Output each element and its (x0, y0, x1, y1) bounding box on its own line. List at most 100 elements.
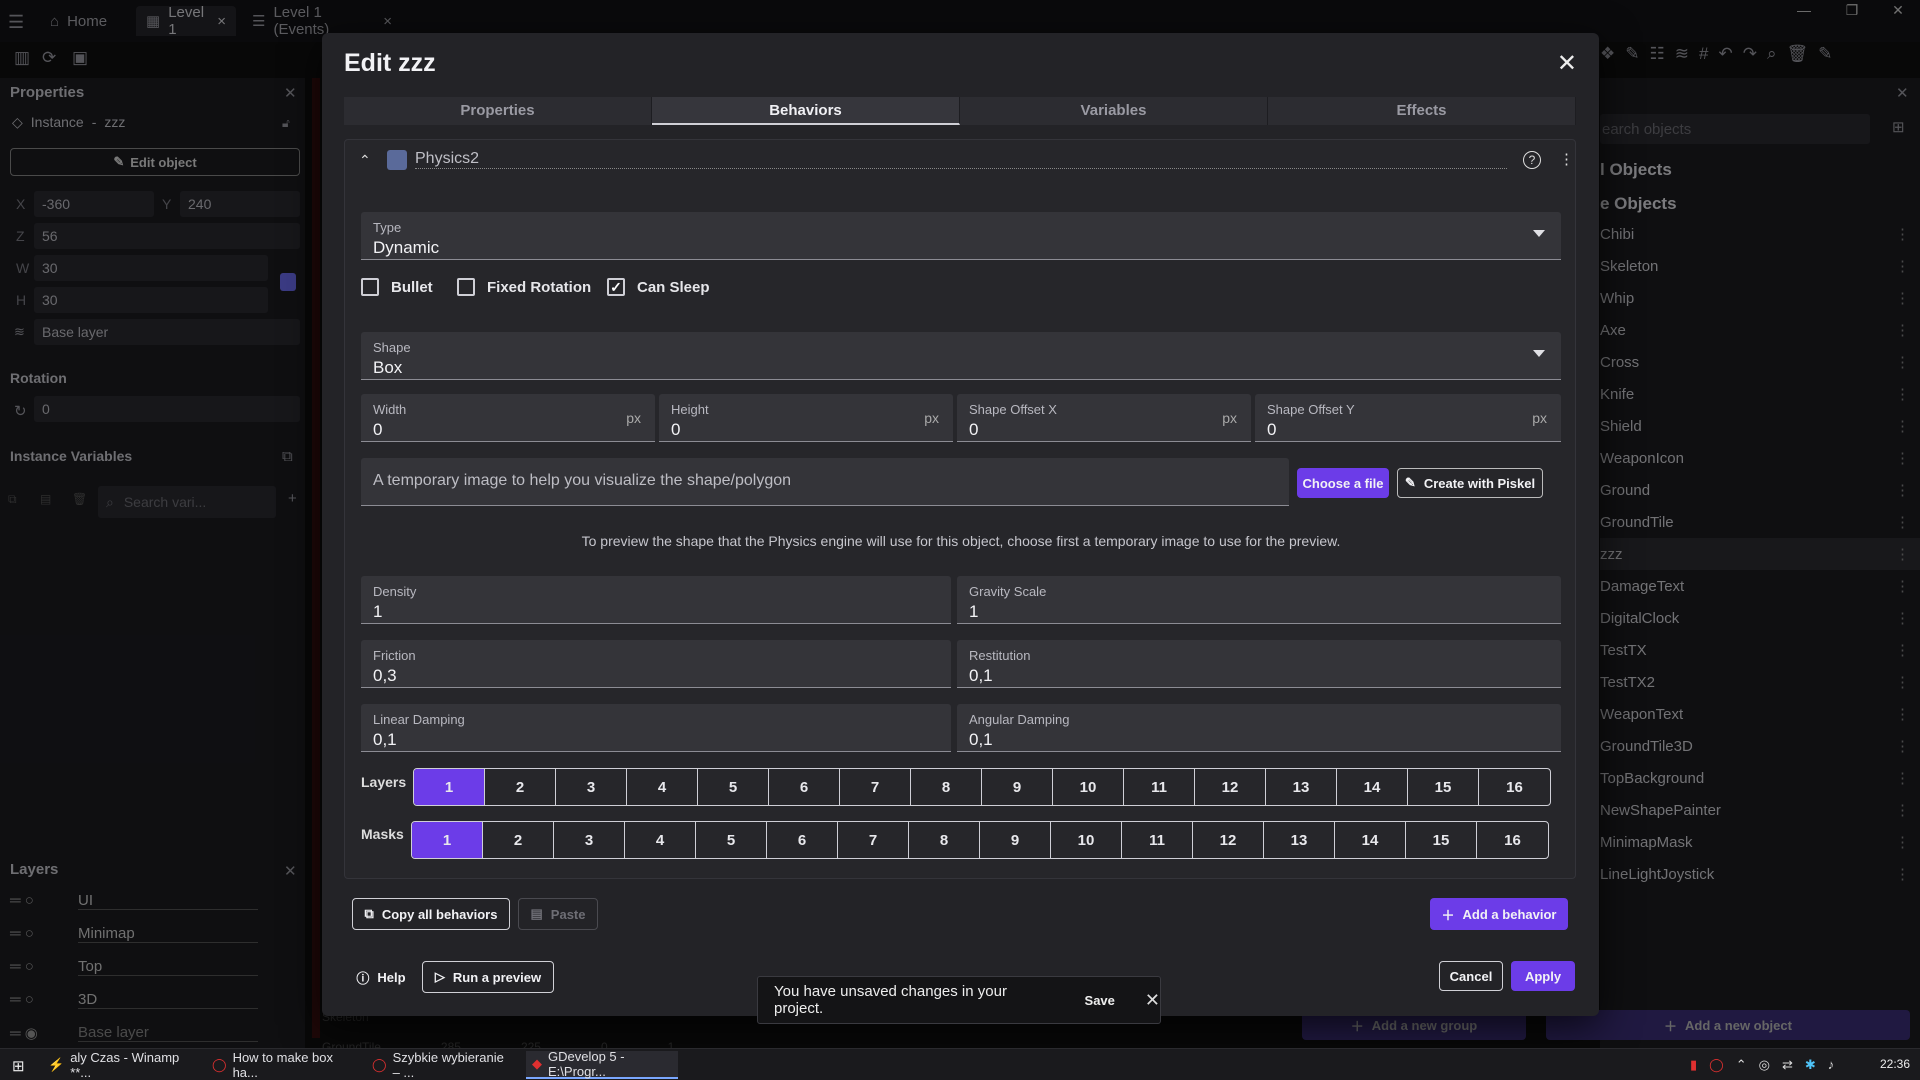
layer-toggle-13[interactable]: 13 (1266, 769, 1337, 805)
behavior-name[interactable]: Physics2 (415, 150, 1507, 169)
layer-toggle-3[interactable]: 3 (556, 769, 627, 805)
density-field[interactable]: Density 1 (361, 576, 951, 624)
image-path-field[interactable]: A temporary image to help you visualize … (361, 458, 1289, 506)
offset-y-value: 0 (1267, 420, 1277, 439)
offset-y-field[interactable]: Shape Offset Y 0 px (1255, 394, 1561, 442)
gravity-scale-label: Gravity Scale (969, 584, 1047, 599)
close-dialog-icon[interactable]: ✕ (1557, 49, 1577, 78)
layer-toggle-1[interactable]: 1 (414, 769, 485, 805)
taskbar-winamp[interactable]: ⚡ aly Czas - Winamp **... (42, 1050, 192, 1080)
masks-label: Masks (361, 826, 404, 842)
layer-toggle-9[interactable]: 9 (982, 769, 1053, 805)
mask-toggle-8[interactable]: 8 (909, 822, 980, 858)
type-select[interactable]: Type Dynamic (361, 212, 1561, 260)
mask-toggle-13[interactable]: 13 (1264, 822, 1335, 858)
help-icon[interactable]: ? (1523, 151, 1541, 169)
plus-icon: ＋ (1441, 907, 1455, 923)
layer-toggle-10[interactable]: 10 (1053, 769, 1124, 805)
friction-label: Friction (373, 648, 416, 663)
restitution-field[interactable]: Restitution 0,1 (957, 640, 1561, 688)
more-vert-icon[interactable]: ⋮ (1559, 150, 1574, 168)
mask-toggle-5[interactable]: 5 (696, 822, 767, 858)
mask-toggle-11[interactable]: 11 (1122, 822, 1193, 858)
bluetooth-icon[interactable]: ✱ (1805, 1057, 1816, 1073)
angular-damping-field[interactable]: Angular Damping 0,1 (957, 704, 1561, 752)
linear-damping-value: 0,1 (373, 730, 397, 749)
copy-all-behaviors-button[interactable]: ⧉ Copy all behaviors (352, 898, 510, 930)
controller-icon[interactable]: ◎ (1759, 1057, 1770, 1073)
mask-toggle-16[interactable]: 16 (1477, 822, 1548, 858)
add-behavior-label: Add a behavior (1462, 906, 1557, 922)
mask-toggle-2[interactable]: 2 (483, 822, 554, 858)
paste-button[interactable]: ▤ Paste (518, 898, 598, 930)
angular-damping-value: 0,1 (969, 730, 993, 749)
tab-behaviors[interactable]: Behaviors (652, 97, 960, 125)
layer-toggle-7[interactable]: 7 (840, 769, 911, 805)
check-icon: ✓ (607, 278, 625, 296)
tab-variables[interactable]: Variables (960, 97, 1268, 125)
add-behavior-button[interactable]: ＋ Add a behavior (1430, 898, 1568, 930)
mask-toggle-15[interactable]: 15 (1406, 822, 1477, 858)
mask-toggle-3[interactable]: 3 (554, 822, 625, 858)
layer-toggle-14[interactable]: 14 (1337, 769, 1408, 805)
tray-app-icon[interactable]: ◯ (1709, 1057, 1724, 1073)
friction-field[interactable]: Friction 0,3 (361, 640, 951, 688)
layer-toggle-2[interactable]: 2 (485, 769, 556, 805)
tab-properties[interactable]: Properties (344, 97, 652, 125)
layer-toggle-11[interactable]: 11 (1124, 769, 1195, 805)
mask-toggle-6[interactable]: 6 (767, 822, 838, 858)
antivirus-icon[interactable]: ▮ (1690, 1057, 1697, 1073)
volume-icon[interactable]: ♪ (1828, 1057, 1835, 1073)
create-piskel-label: Create with Piskel (1423, 475, 1536, 491)
network-icon[interactable]: ⇄ (1782, 1057, 1793, 1073)
taskbar-label: Szybkie wybieranie – ... (392, 1050, 504, 1080)
mask-toggle-7[interactable]: 7 (838, 822, 909, 858)
offset-x-field[interactable]: Shape Offset X 0 px (957, 394, 1251, 442)
taskbar-label: GDevelop 5 - E:\Progr... (548, 1049, 625, 1079)
height-value: 0 (671, 420, 681, 439)
opera-icon: ◯ (212, 1057, 227, 1072)
layer-toggle-4[interactable]: 4 (627, 769, 698, 805)
create-piskel-button[interactable]: ✎ Create with Piskel (1397, 468, 1543, 498)
cancel-button[interactable]: Cancel (1439, 961, 1503, 991)
mask-toggle-4[interactable]: 4 (625, 822, 696, 858)
bullet-checkbox[interactable]: Bullet (361, 278, 433, 296)
height-field[interactable]: Height 0 px (659, 394, 953, 442)
width-field[interactable]: Width 0 px (361, 394, 655, 442)
fixed-rotation-checkbox[interactable]: Fixed Rotation (457, 278, 591, 296)
dialog-tabs: Properties Behaviors Variables Effects (344, 97, 1576, 125)
linear-damping-field[interactable]: Linear Damping 0,1 (361, 704, 951, 752)
taskbar-browser-2[interactable]: ◯ Szybkie wybieranie – ... (366, 1050, 512, 1080)
layer-toggle-16[interactable]: 16 (1479, 769, 1550, 805)
mask-toggle-1[interactable]: 1 (412, 822, 483, 858)
chevron-up-icon[interactable]: ⌃ (1736, 1057, 1747, 1073)
layer-toggle-15[interactable]: 15 (1408, 769, 1479, 805)
restitution-label: Restitution (969, 648, 1031, 663)
restitution-value: 0,1 (969, 666, 993, 685)
can-sleep-checkbox[interactable]: ✓ Can Sleep (607, 278, 710, 296)
layer-toggle-12[interactable]: 12 (1195, 769, 1266, 805)
image-placeholder: A temporary image to help you visualize … (373, 472, 792, 489)
apply-button[interactable]: Apply (1511, 961, 1575, 991)
snackbar-save-button[interactable]: Save (1085, 993, 1115, 1008)
windows-start-icon[interactable]: ⊞ (12, 1057, 25, 1075)
layer-toggle-6[interactable]: 6 (769, 769, 840, 805)
snackbar-close-icon[interactable]: ✕ (1145, 990, 1160, 1011)
shape-select[interactable]: Shape Box (361, 332, 1561, 380)
mask-toggle-14[interactable]: 14 (1335, 822, 1406, 858)
mask-toggle-10[interactable]: 10 (1051, 822, 1122, 858)
run-preview-button[interactable]: ▷ Run a preview (422, 961, 554, 993)
mask-toggle-12[interactable]: 12 (1193, 822, 1264, 858)
help-button[interactable]: ⓘ Help (350, 961, 412, 993)
offset-x-label: Shape Offset X (969, 402, 1057, 417)
mask-toggle-9[interactable]: 9 (980, 822, 1051, 858)
taskbar-gdevelop[interactable]: ◆ GDevelop 5 - E:\Progr... (526, 1049, 678, 1079)
choose-file-button[interactable]: Choose a file (1297, 468, 1389, 498)
tab-effects[interactable]: Effects (1268, 97, 1576, 125)
gravity-scale-field[interactable]: Gravity Scale 1 (957, 576, 1561, 624)
taskbar-browser-1[interactable]: ◯ How to make box ha... (206, 1050, 352, 1080)
layer-toggle-8[interactable]: 8 (911, 769, 982, 805)
height-label: Height (671, 402, 709, 417)
collapse-icon[interactable]: ⌃ (359, 152, 371, 169)
layer-toggle-5[interactable]: 5 (698, 769, 769, 805)
